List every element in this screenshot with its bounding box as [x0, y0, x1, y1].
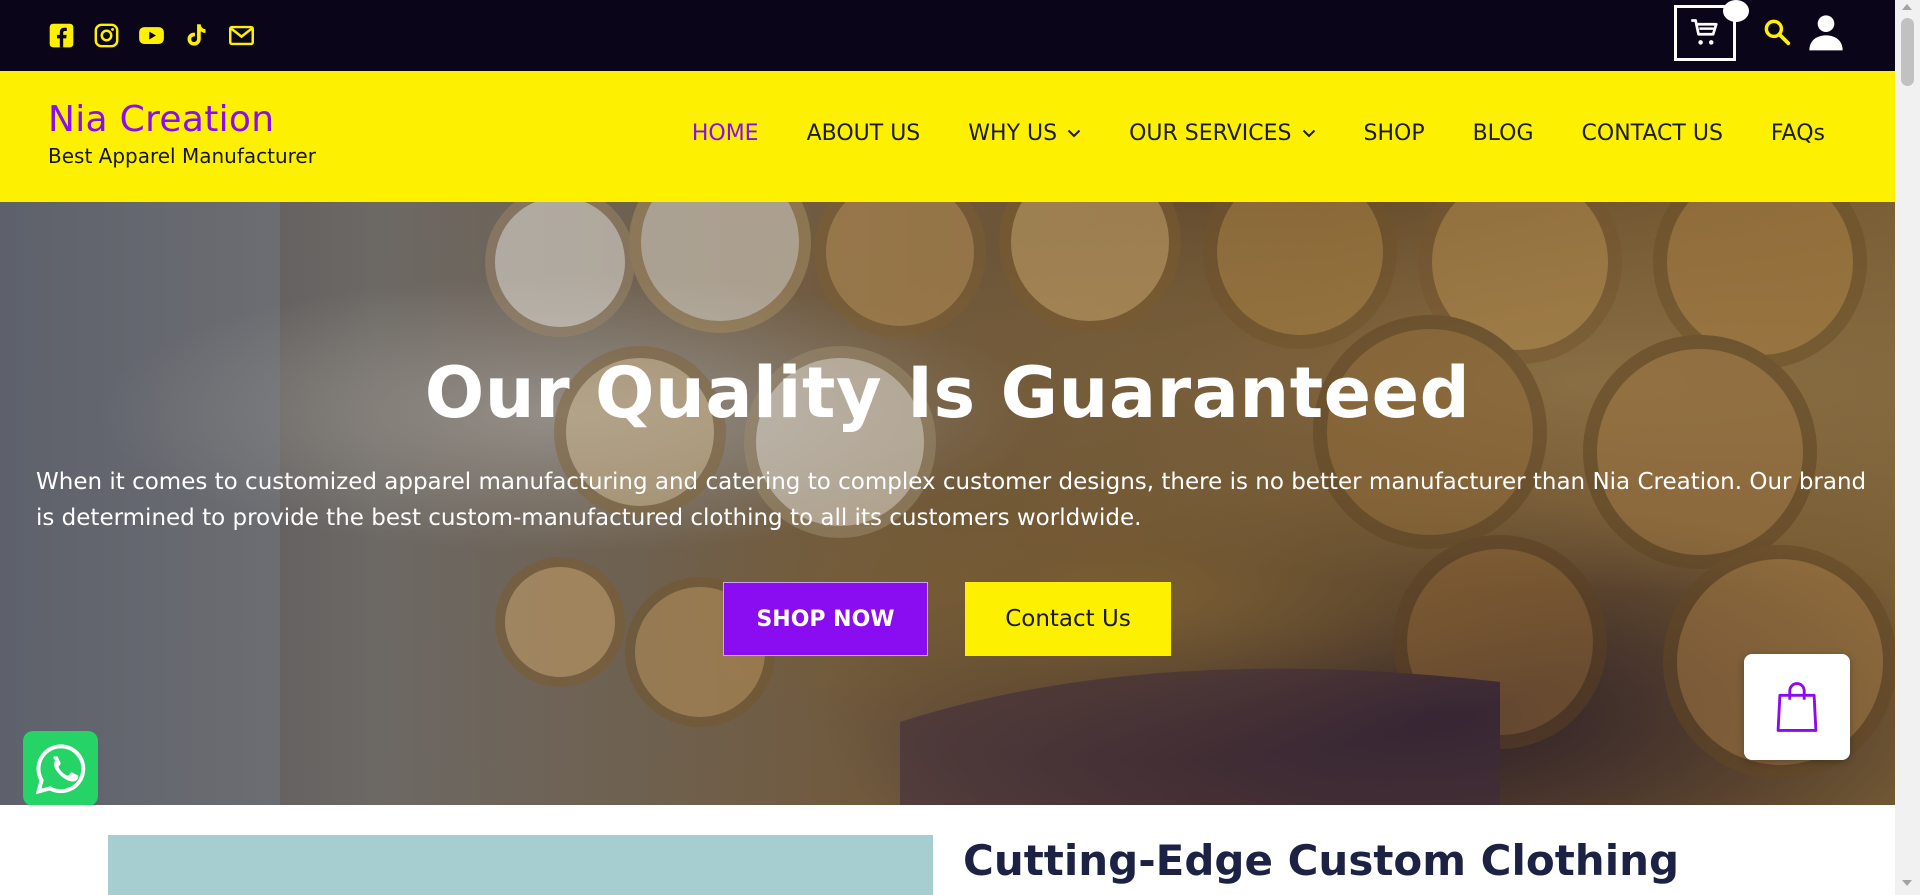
cart-count-badge	[1723, 0, 1749, 22]
nav-item-label: CONTACT US	[1581, 121, 1723, 146]
nav-item-faqs[interactable]: FAQs	[1771, 121, 1825, 146]
whatsapp-button[interactable]	[23, 731, 98, 805]
page-scrollbar[interactable]	[1895, 0, 1920, 895]
nav-item-label: ABOUT US	[806, 121, 921, 146]
scroll-up-arrow-icon[interactable]	[1902, 4, 1912, 10]
hero-title: Our Quality Is Guaranteed	[424, 352, 1471, 434]
email-icon[interactable]	[228, 22, 255, 49]
nav-item-label: HOME	[691, 121, 759, 146]
scroll-down-arrow-icon[interactable]	[1902, 880, 1912, 886]
top-bar	[0, 0, 1895, 71]
floating-cart-widget[interactable]	[1744, 654, 1850, 760]
instagram-icon[interactable]	[93, 22, 120, 49]
site-header: Nia Creation Best Apparel Manufacturer H…	[0, 71, 1895, 202]
nav-item-label: OUR SERVICES	[1129, 121, 1292, 146]
section-title: Cutting-Edge Custom Clothing	[963, 836, 1680, 885]
nav-item-label: FAQs	[1770, 121, 1825, 146]
contact-us-button[interactable]: Contact Us	[965, 582, 1171, 656]
account-icon[interactable]	[1806, 12, 1846, 52]
site-tagline: Best Apparel Manufacturer	[48, 144, 316, 168]
site-title[interactable]: Nia Creation	[48, 99, 316, 140]
chevron-down-icon	[1302, 129, 1315, 138]
nav-item-contact-us[interactable]: CONTACT US	[1582, 121, 1723, 146]
hero-description: When it comes to customized apparel manu…	[36, 469, 1867, 531]
topbar-actions	[1595, 0, 1895, 71]
whatsapp-icon	[35, 743, 85, 794]
shopping-bag-icon	[1776, 682, 1818, 732]
nav-item-our-services[interactable]: OUR SERVICES	[1129, 121, 1315, 146]
nav-item-label: WHY US	[968, 121, 1058, 146]
main-nav: HOME ABOUT US WHY US OUR SERVICES SHOP B…	[692, 121, 1825, 146]
cart-icon	[1691, 19, 1718, 45]
brand[interactable]: Nia Creation Best Apparel Manufacturer	[48, 99, 316, 168]
search-icon[interactable]	[1762, 17, 1792, 47]
nav-item-home[interactable]: HOME	[692, 121, 759, 146]
scrollbar-thumb[interactable]	[1901, 18, 1914, 86]
nav-item-why-us[interactable]: WHY US	[968, 121, 1081, 146]
facebook-icon[interactable]	[48, 22, 75, 49]
nav-item-blog[interactable]: BLOG	[1473, 121, 1534, 146]
hero-banner: Our Quality Is Guaranteed When it comes …	[0, 202, 1895, 805]
nav-item-label: BLOG	[1472, 121, 1534, 146]
youtube-icon[interactable]	[138, 22, 165, 49]
chevron-down-icon	[1067, 129, 1081, 138]
nav-item-label: SHOP	[1363, 121, 1425, 146]
shop-now-button[interactable]: SHOP NOW	[723, 582, 928, 656]
nav-item-about-us[interactable]: ABOUT US	[807, 121, 921, 146]
social-links	[48, 22, 255, 49]
nav-item-shop[interactable]: SHOP	[1364, 121, 1425, 146]
tiktok-icon[interactable]	[183, 22, 210, 49]
section-image	[108, 835, 933, 895]
